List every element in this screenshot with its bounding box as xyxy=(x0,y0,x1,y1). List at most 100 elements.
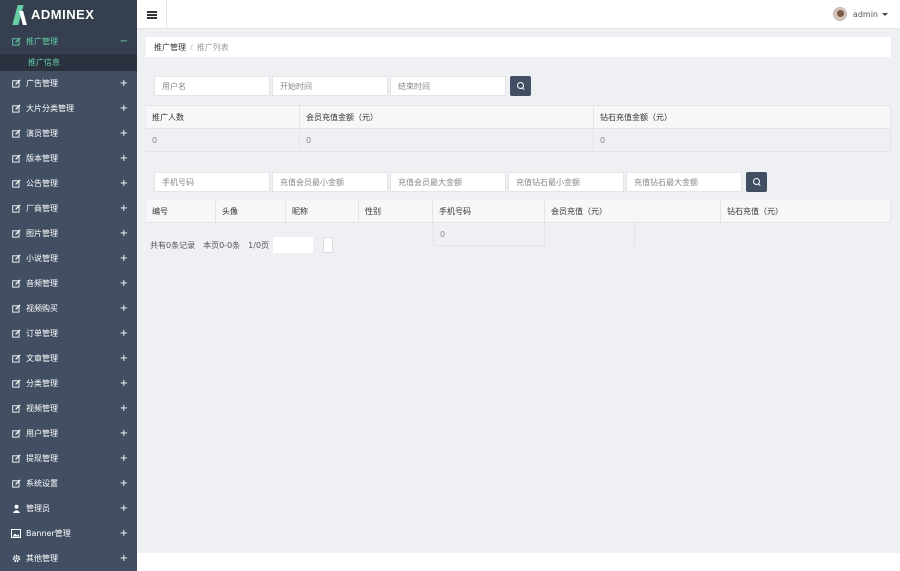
search-button[interactable] xyxy=(510,76,531,96)
sidebar-item-19[interactable]: Banner管理 + xyxy=(0,521,137,546)
stats-value-promoters: 0 xyxy=(146,129,300,152)
sidebar-item-label: 图片管理 xyxy=(26,229,58,238)
start-time-input[interactable] xyxy=(272,76,388,96)
breadcrumb-current: 推广列表 xyxy=(196,42,229,52)
sidebar-item-2[interactable]: 大片分类管理 + xyxy=(0,96,137,121)
breadcrumb-parent[interactable]: 推广管理 xyxy=(154,42,186,53)
edit-icon xyxy=(10,454,22,463)
expand-icon[interactable]: + xyxy=(120,203,128,214)
sidebar-item-label: 系统设置 xyxy=(26,479,58,488)
sidebar-item-label: 演员管理 xyxy=(26,129,58,138)
sidebar-nav: 推广管理 − 推广信息 广告管理 + 大片分类管理 + 演员管理 + 版本管理 + 公告管理 + 厂商管理… xyxy=(0,29,137,571)
total-records: 共有0条记录 xyxy=(150,240,196,250)
edit-icon xyxy=(10,37,22,46)
sidebar-item-label: 提现管理 xyxy=(26,454,58,463)
sidebar-item-14[interactable]: 视频管理 + xyxy=(0,396,137,421)
sidebar-item-11[interactable]: 订单管理 + xyxy=(0,321,137,346)
expand-icon[interactable]: + xyxy=(120,128,128,139)
expand-icon[interactable]: + xyxy=(120,253,128,264)
edit-icon xyxy=(10,329,22,338)
header-avatar: 头像 xyxy=(216,200,286,223)
footer xyxy=(137,553,900,571)
sidebar-item-label: 版本管理 xyxy=(26,154,58,163)
username-input[interactable] xyxy=(154,76,270,96)
sidebar-subitem-promo-info[interactable]: 推广信息 xyxy=(0,54,137,71)
edit-icon xyxy=(10,279,22,288)
expand-icon[interactable]: + xyxy=(120,153,128,164)
expand-icon[interactable]: + xyxy=(120,478,128,489)
sidebar-item-7[interactable]: 图片管理 + xyxy=(0,221,137,246)
sidebar-item-4[interactable]: 版本管理 + xyxy=(0,146,137,171)
sidebar-item-6[interactable]: 厂商管理 + xyxy=(0,196,137,221)
image-icon xyxy=(10,529,22,538)
end-time-input[interactable] xyxy=(390,76,506,96)
diamond-min-input[interactable] xyxy=(508,172,624,192)
search-icon xyxy=(752,178,761,186)
sidebar-item-0[interactable]: 推广管理 − xyxy=(0,29,137,54)
search-icon xyxy=(516,82,525,90)
stats-table: 推广人数 会员充值金额（元） 钻石充值金额（元） 0 0 0 xyxy=(146,105,891,152)
sidebar-item-label: 公告管理 xyxy=(26,179,58,188)
collapse-icon[interactable]: − xyxy=(120,36,128,47)
sidebar-item-10[interactable]: 视频购买 + xyxy=(0,296,137,321)
sidebar: ADMINEX 推广管理 − 推广信息 广告管理 + 大片分类管理 + 演员管理 + 版本管理 + 公… xyxy=(0,0,137,571)
sidebar-item-label: 视频购买 xyxy=(26,304,58,313)
expand-icon[interactable]: + xyxy=(120,553,128,564)
sidebar-item-label: 广告管理 xyxy=(26,79,58,88)
stats-value-diamond: 0 xyxy=(594,129,891,152)
sidebar-item-20[interactable]: 其他管理 + xyxy=(0,546,137,571)
sidebar-item-18[interactable]: 管理员 + xyxy=(0,496,137,521)
edit-icon xyxy=(10,229,22,238)
expand-icon[interactable]: + xyxy=(120,278,128,289)
header-gender: 性别 xyxy=(359,200,433,223)
expand-icon[interactable]: + xyxy=(120,178,128,189)
page-go-button[interactable] xyxy=(323,237,334,253)
expand-icon[interactable]: + xyxy=(120,328,128,339)
sidebar-item-9[interactable]: 音频管理 + xyxy=(0,271,137,296)
sidebar-item-12[interactable]: 文章管理 + xyxy=(0,346,137,371)
expand-icon[interactable]: + xyxy=(120,228,128,239)
sidebar-item-15[interactable]: 用户管理 + xyxy=(0,421,137,446)
sidebar-item-16[interactable]: 提现管理 + xyxy=(0,446,137,471)
sidebar-item-label: 文章管理 xyxy=(26,354,58,363)
expand-icon[interactable]: + xyxy=(120,503,128,514)
phone-input[interactable] xyxy=(154,172,270,192)
breadcrumb-separator: / xyxy=(190,42,193,52)
expand-icon[interactable]: + xyxy=(120,378,128,389)
sidebar-item-8[interactable]: 小说管理 + xyxy=(0,246,137,271)
vip-min-input[interactable] xyxy=(272,172,388,192)
logo[interactable]: ADMINEX xyxy=(0,0,137,29)
sidebar-item-label: 厂商管理 xyxy=(26,204,58,213)
stats-header-vip: 会员充值金额（元） xyxy=(300,106,594,129)
user-menu[interactable]: admin xyxy=(832,5,888,23)
expand-icon[interactable]: + xyxy=(120,428,128,439)
pagination: 共有0条记录 本页0-0条 1/0页 xyxy=(150,237,341,253)
expand-icon[interactable]: + xyxy=(120,78,128,89)
search-button[interactable] xyxy=(746,172,767,192)
sidebar-item-label: 分类管理 xyxy=(26,379,58,388)
header-phone: 手机号码 xyxy=(433,200,545,223)
page-jump-input[interactable] xyxy=(273,237,314,253)
sidebar-item-label: 视频管理 xyxy=(26,404,58,413)
sidebar-item-5[interactable]: 公告管理 + xyxy=(0,171,137,196)
expand-icon[interactable]: + xyxy=(120,403,128,414)
diamond-max-input[interactable] xyxy=(626,172,742,192)
vip-max-input[interactable] xyxy=(390,172,506,192)
avatar xyxy=(832,7,847,21)
sidebar-item-label: 用户管理 xyxy=(26,429,58,438)
stats-header-promoters: 推广人数 xyxy=(146,106,300,129)
menu-toggle-button[interactable] xyxy=(137,0,167,29)
stats-header-diamond: 钻石充值金额（元） xyxy=(594,106,891,129)
expand-icon[interactable]: + xyxy=(120,103,128,114)
sidebar-item-1[interactable]: 广告管理 + xyxy=(0,71,137,96)
sidebar-item-13[interactable]: 分类管理 + xyxy=(0,371,137,396)
sidebar-item-3[interactable]: 演员管理 + xyxy=(0,121,137,146)
expand-icon[interactable]: + xyxy=(120,303,128,314)
username: admin xyxy=(852,9,878,19)
expand-icon[interactable]: + xyxy=(120,353,128,364)
expand-icon[interactable]: + xyxy=(120,528,128,539)
sidebar-item-17[interactable]: 系统设置 + xyxy=(0,471,137,496)
expand-icon[interactable]: + xyxy=(120,453,128,464)
edit-icon xyxy=(10,254,22,263)
edit-icon xyxy=(10,129,22,138)
